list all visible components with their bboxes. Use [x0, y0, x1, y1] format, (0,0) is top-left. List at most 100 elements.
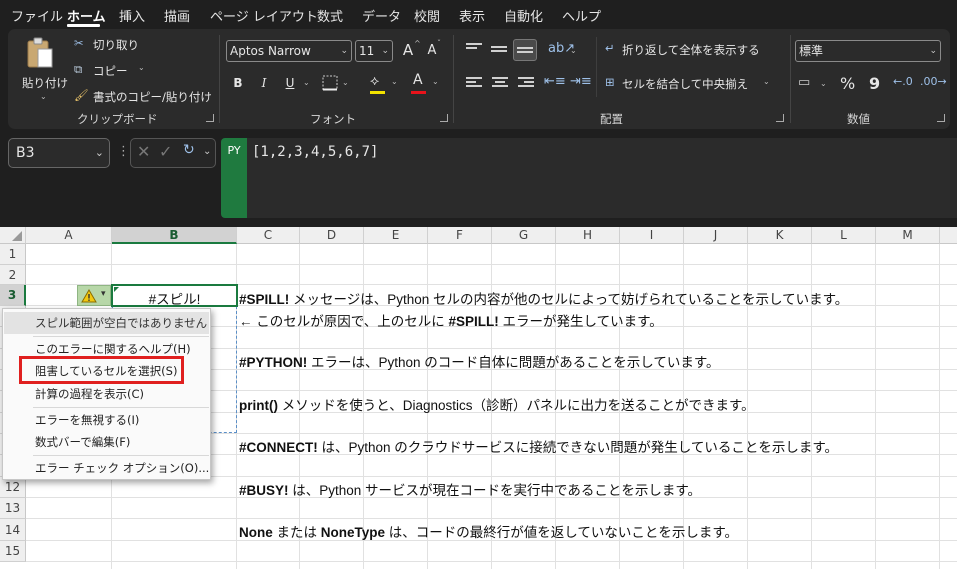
menu-divider [33, 407, 209, 408]
column-header-h[interactable]: H [556, 227, 620, 244]
tab-review[interactable]: 校閲 [414, 6, 440, 25]
row-header-13[interactable]: 13 [0, 498, 26, 519]
borders-button[interactable]: ⌄ [322, 75, 352, 93]
cancel-icon[interactable]: ✕ [137, 142, 150, 161]
paste-button[interactable]: 貼り付け ⌄ [16, 35, 68, 101]
dialog-launcher-icon[interactable] [440, 114, 448, 122]
column-header-g[interactable]: G [492, 227, 556, 244]
description: は、コードの最終行が値を返していないことを示します。 [385, 525, 739, 540]
column-header-a[interactable]: A [26, 227, 112, 244]
chevron-down-icon: ⌄ [340, 46, 348, 56]
tab-file[interactable]: ファイル [11, 6, 63, 25]
menu-item-ignore-error[interactable]: エラーを無視する(I) [4, 409, 209, 431]
copy-button[interactable]: ⧉ コピー ⌄ [74, 62, 154, 80]
python-output-icon[interactable]: ↻ [183, 142, 195, 158]
font-color-button[interactable]: A ⌄ [411, 72, 443, 95]
chevron-down-icon[interactable]: ⌄ [303, 78, 310, 87]
italic-button[interactable]: I [256, 73, 272, 93]
enter-icon[interactable]: ✓ [159, 142, 172, 161]
tab-page-layout[interactable]: ページ レイアウト [210, 6, 318, 25]
row-header-1[interactable]: 1 [0, 244, 26, 265]
chevron-down-icon[interactable]: ⌄ [203, 146, 211, 157]
column-header-d[interactable]: D [300, 227, 364, 244]
column-header-k[interactable]: K [748, 227, 812, 244]
align-right-icon[interactable] [518, 77, 534, 89]
percent-button[interactable]: % [840, 74, 855, 93]
dialog-launcher-icon[interactable] [206, 114, 214, 122]
decrease-decimal-icon[interactable]: .00→ [920, 75, 947, 88]
font-size-select[interactable]: 11 ⌄ [355, 40, 393, 62]
tab-draw[interactable]: 描画 [164, 6, 190, 25]
column-header-l[interactable]: L [812, 227, 876, 244]
dialog-launcher-icon[interactable] [776, 114, 784, 122]
tab-view[interactable]: 表示 [459, 6, 485, 25]
row-header-2[interactable]: 2 [0, 265, 26, 285]
keyword: #SPILL! [448, 314, 499, 329]
increase-decimal-icon[interactable]: ←.0 [893, 75, 913, 88]
font-name-select[interactable]: Aptos Narrow ⌄ [226, 40, 352, 62]
cell-c6-text: #PYTHON! エラーは、Python のコード自体に問題があることを示してい… [239, 351, 720, 371]
row-header-14[interactable]: 14 [0, 519, 26, 541]
formula-input[interactable]: [1,2,3,4,5,6,7] [247, 138, 957, 218]
tab-insert[interactable]: 挿入 [119, 6, 145, 25]
number-format-select[interactable]: 標準 ⌄ [795, 40, 941, 62]
dialog-launcher-icon[interactable] [937, 114, 945, 122]
format-painter-button[interactable]: 🖌 書式のコピー/貼り付け [74, 88, 212, 106]
formula-controls: ✕ ✓ ↻ ⌄ [130, 138, 216, 168]
tab-home[interactable]: ホーム [67, 6, 106, 25]
menu-item-show-calculation-steps[interactable]: 計算の過程を表示(C) [4, 383, 209, 405]
column-header-c[interactable]: C [237, 227, 300, 244]
decrease-indent-icon[interactable]: ⇤≡ [544, 74, 566, 89]
align-middle-icon[interactable] [491, 46, 507, 58]
paint-bucket-icon: ⟡ [370, 73, 380, 89]
chevron-down-icon[interactable]: ⌄ [570, 46, 577, 55]
menu-item-error-checking-options[interactable]: エラー チェック オプション(O)... [4, 457, 209, 479]
menu-item-edit-in-formula-bar[interactable]: 数式バーで編集(F) [4, 431, 209, 453]
tab-data[interactable]: データ [362, 6, 401, 25]
align-left-icon[interactable] [466, 77, 482, 89]
column-header-b[interactable]: B [112, 227, 237, 244]
row-header-3[interactable]: 3 [0, 285, 26, 306]
chevron-down-icon: ⌄ [763, 77, 770, 86]
description: メソッドを使うと、Diagnostics（診断）パネルに出力を送ることができます… [277, 398, 755, 413]
font-size-value: 11 [359, 44, 375, 58]
cut-button[interactable]: ✂ 切り取り [74, 36, 154, 54]
fill-color-button[interactable]: ⟡ ⌄ [370, 73, 402, 95]
font-name-value: Aptos Narrow [230, 44, 311, 58]
name-box-value: B3 [16, 145, 35, 161]
column-header-m[interactable]: M [876, 227, 940, 244]
caret-up-icon: ^ [414, 39, 421, 48]
align-bottom-button[interactable] [513, 39, 537, 61]
brush-icon: 🖌 [74, 88, 89, 102]
row-header-15[interactable]: 15 [0, 541, 26, 562]
chevron-down-icon: ⌄ [40, 92, 47, 101]
wrap-text-button[interactable]: ↵ 折り返して全体を表示する [605, 41, 765, 59]
accounting-format-icon[interactable]: ▭ [798, 75, 810, 90]
bold-button[interactable]: B [230, 73, 246, 93]
tab-help[interactable]: ヘルプ [562, 6, 601, 25]
name-box[interactable]: B3 ⌄ [8, 138, 110, 168]
error-smart-tag[interactable]: ▾ [77, 285, 111, 306]
description: は、Python サービスが現在コードを実行中であることを示します。 [288, 483, 702, 498]
column-header-i[interactable]: I [620, 227, 684, 244]
chevron-down-icon[interactable]: ⌄ [138, 63, 145, 72]
column-header-j[interactable]: J [684, 227, 748, 244]
chevron-down-icon: ⌄ [432, 77, 439, 86]
align-top-icon[interactable] [466, 43, 482, 55]
borders-icon [322, 75, 338, 91]
column-header-e[interactable]: E [364, 227, 428, 244]
align-center-icon[interactable] [492, 77, 508, 89]
tab-formulas[interactable]: 数式 [317, 6, 343, 25]
more-options-icon[interactable]: ⋮ [117, 144, 130, 159]
selected-cell-b3[interactable]: #スピル! [111, 284, 238, 307]
increase-indent-icon[interactable]: ⇥≡ [570, 74, 592, 89]
underline-button[interactable]: U [282, 73, 298, 93]
select-all-corner[interactable] [0, 227, 26, 244]
gridline [939, 244, 940, 569]
row-header-12[interactable]: 12 [0, 477, 26, 498]
comma-style-button[interactable]: 9 [869, 74, 880, 93]
tab-automate[interactable]: 自動化 [504, 6, 543, 25]
merge-center-button[interactable]: ⊞ セルを結合して中央揃え ⌄ [605, 75, 775, 93]
chevron-down-icon[interactable]: ⌄ [820, 79, 827, 88]
column-header-f[interactable]: F [428, 227, 492, 244]
